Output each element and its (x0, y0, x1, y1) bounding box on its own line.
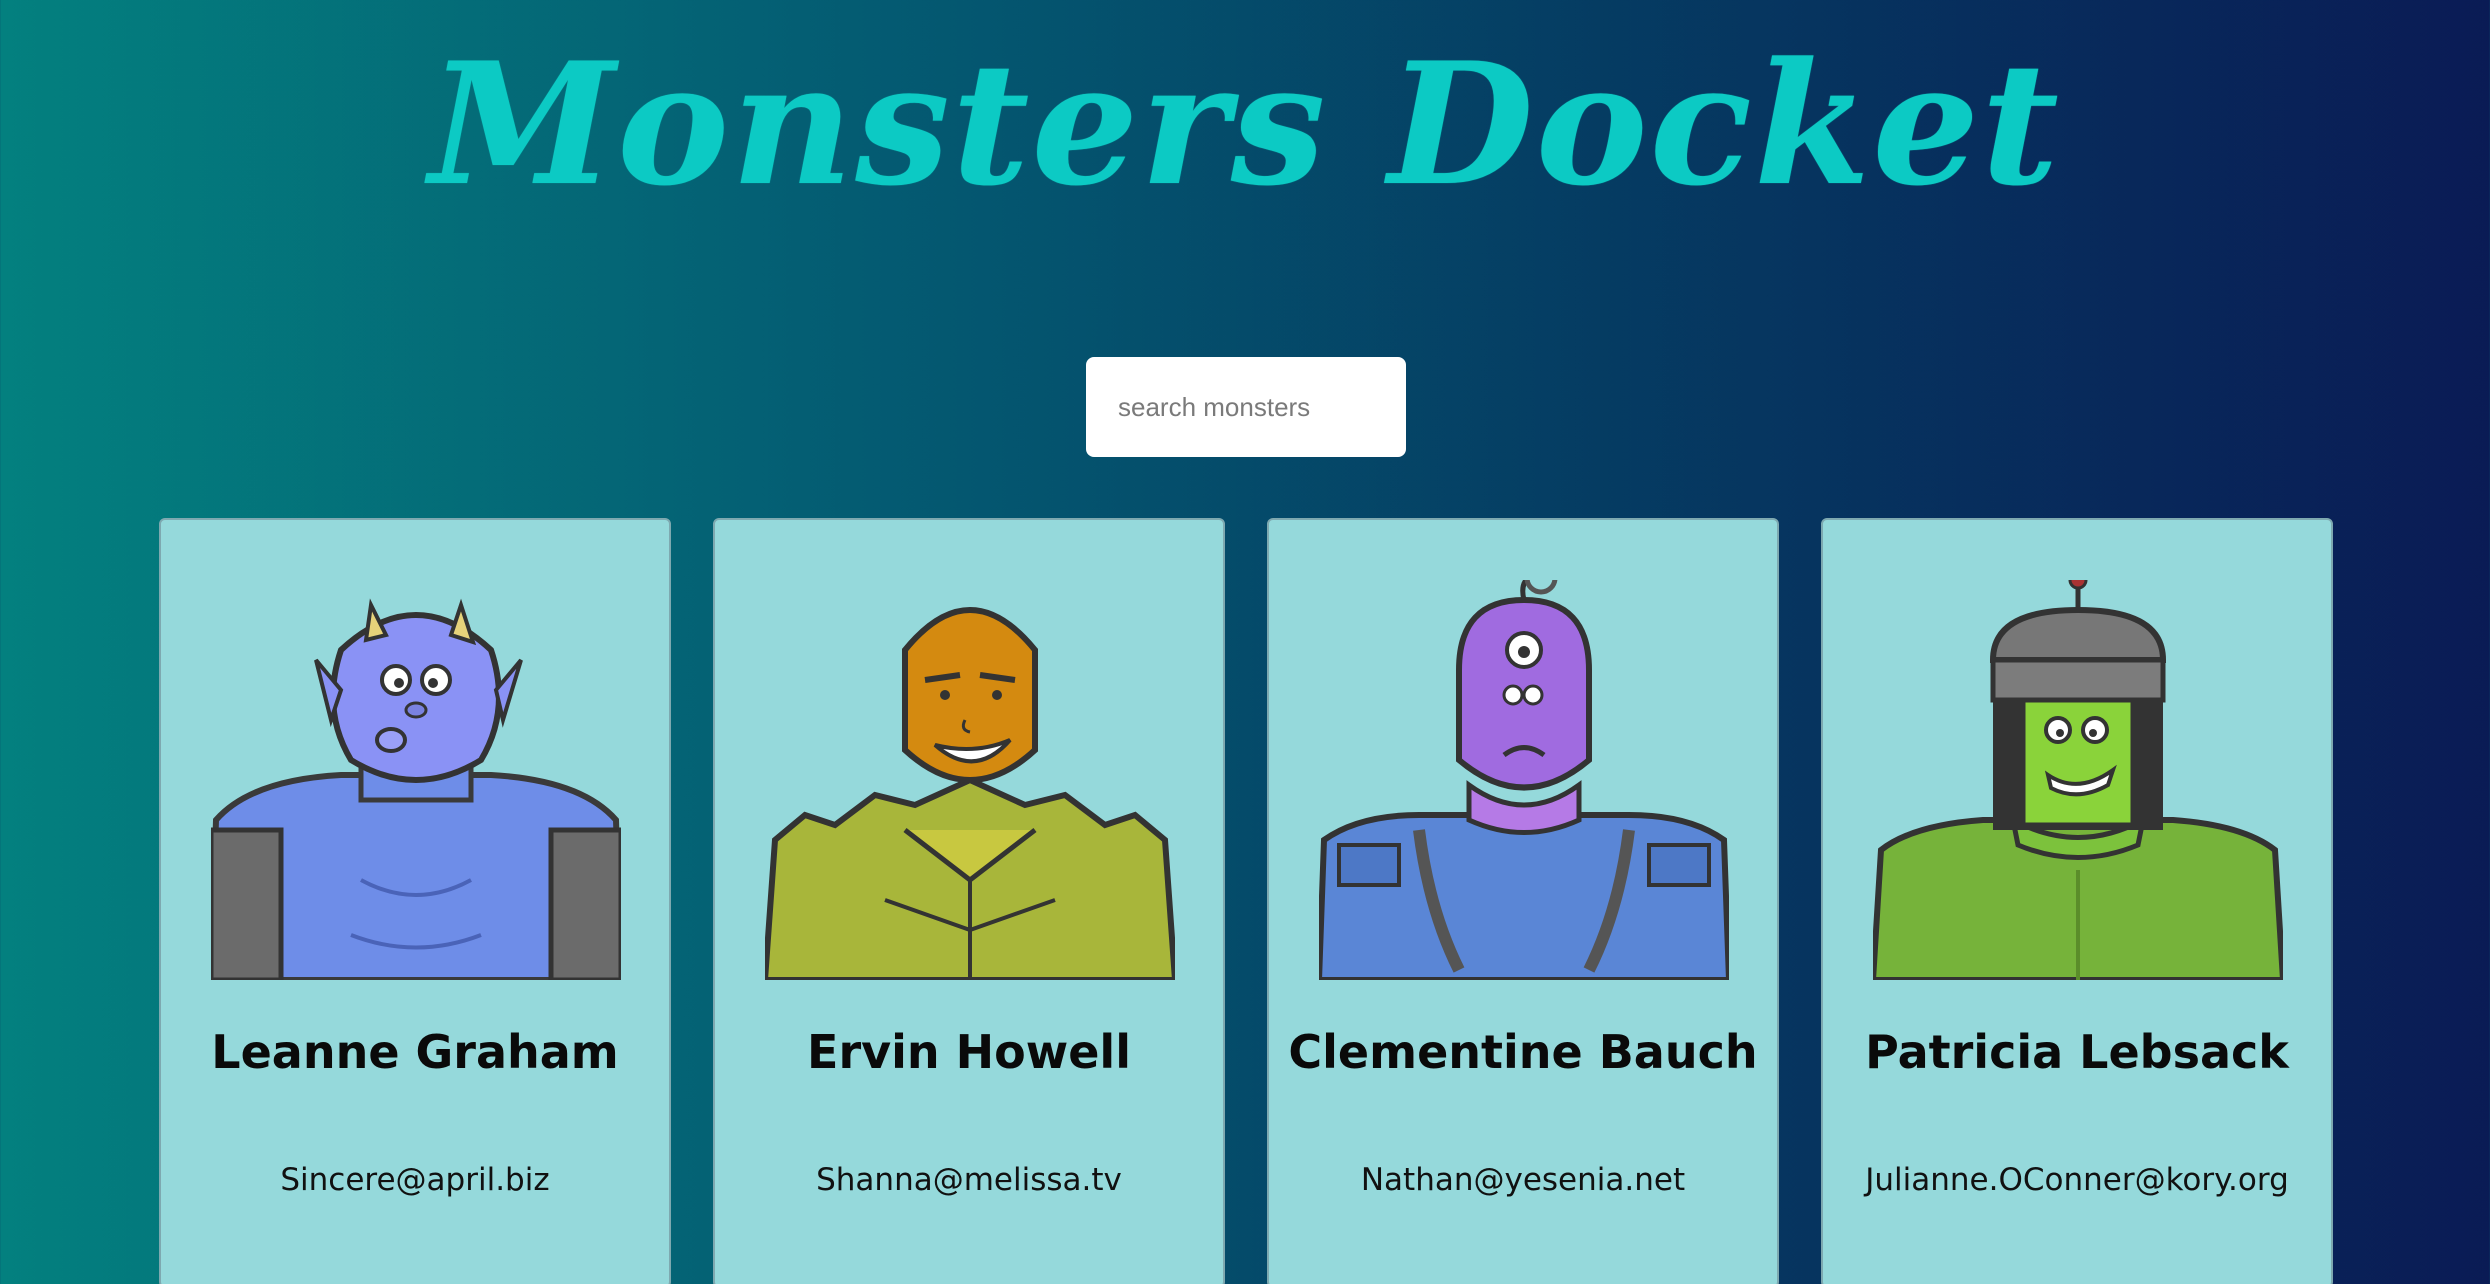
monster-card[interactable]: Ervin Howell Shanna@melissa.tv (713, 518, 1225, 1284)
monster-email: Julianne.OConner@kory.org (1865, 1162, 2289, 1198)
page-title: Monsters Docket (429, 25, 2061, 223)
monster-email: Shanna@melissa.tv (816, 1162, 1122, 1198)
monster-card-list: Leanne Graham Sincere@april.biz Ervin Ho… (159, 518, 2334, 1284)
monster-email: Nathan@yesenia.net (1360, 1162, 1686, 1198)
monster-email: Sincere@april.biz (280, 1162, 550, 1198)
monster-card[interactable]: Patricia Lebsack Julianne.OConner@kory.o… (1821, 518, 2333, 1284)
monster-name: Patricia Lebsack (1865, 1025, 2289, 1079)
search-input[interactable] (1086, 357, 1406, 457)
monster-card[interactable]: Clementine Bauch Nathan@yesenia.net (1267, 518, 1779, 1284)
monster-name: Leanne Graham (211, 1025, 619, 1079)
green-robot-monster-icon (1873, 580, 2283, 980)
monster-card[interactable]: Leanne Graham Sincere@april.biz (159, 518, 671, 1284)
blue-horned-monster-icon (211, 580, 621, 980)
purple-cyclops-monster-icon (1319, 580, 1729, 980)
monster-name: Clementine Bauch (1288, 1025, 1758, 1079)
orange-spiky-monster-icon (765, 580, 1175, 980)
monster-name: Ervin Howell (807, 1025, 1131, 1079)
